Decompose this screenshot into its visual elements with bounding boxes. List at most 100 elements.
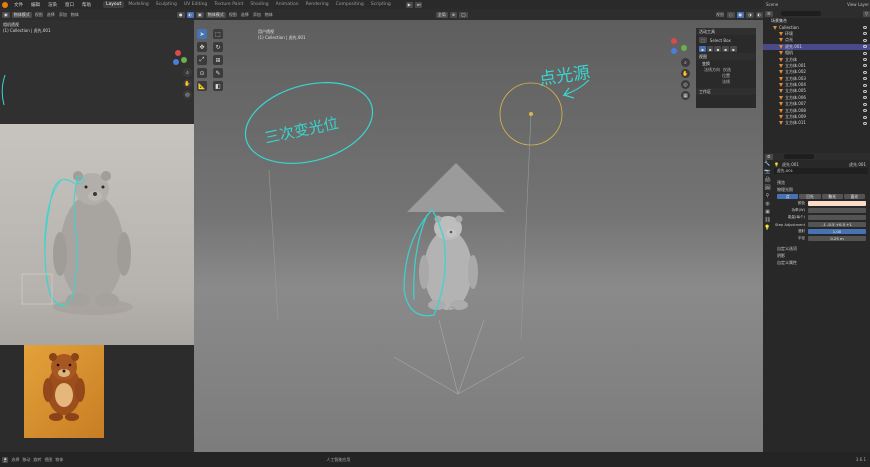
scale-tool-icon[interactable]: ⤢ xyxy=(197,55,207,65)
tab-uv-editing[interactable]: UV Editing xyxy=(181,1,210,8)
menu-render[interactable]: 渲染 xyxy=(46,2,59,8)
filter-icon[interactable]: ▽ xyxy=(862,10,870,17)
mode-dropdown[interactable]: 物体模式 xyxy=(11,11,32,18)
mode-extend-icon[interactable]: ▪ xyxy=(706,46,714,52)
tab-scripting[interactable]: Scripting xyxy=(368,1,394,8)
data-tab-icon[interactable]: 💡 xyxy=(764,225,770,231)
view-layer-tab-icon[interactable]: 🖼 xyxy=(764,185,770,191)
visibility-eye-icon[interactable] xyxy=(863,115,867,119)
mode-subtract-icon[interactable]: ▪ xyxy=(714,46,722,52)
visibility-eye-icon[interactable] xyxy=(863,58,867,62)
scene-name[interactable]: Scene xyxy=(765,2,779,7)
left-camera-viewport[interactable]: 相机透视 (1) Collection | 虎先.001 ⌕ ✋ ◎ xyxy=(0,20,194,124)
pan-icon[interactable]: ✋ xyxy=(681,69,690,78)
menu-object[interactable]: 物体 xyxy=(264,12,274,18)
data-name[interactable]: 虎先.001 xyxy=(849,162,866,168)
left-top-gizmo[interactable] xyxy=(0,20,194,124)
rotate-tool-icon[interactable]: ↻ xyxy=(213,42,223,52)
main-3d-viewport[interactable]: 用户透视 (1) Collection | 虎先.001 三次变光位 点光源 ➤… xyxy=(194,20,763,452)
menu-window[interactable]: 窗口 xyxy=(63,2,76,8)
solid-shading-icon[interactable]: ● xyxy=(736,11,744,18)
reference-image[interactable] xyxy=(24,345,104,438)
property-field[interactable] xyxy=(808,208,866,213)
outliner-search-input[interactable] xyxy=(780,11,821,16)
zoom-icon[interactable]: ⌕ xyxy=(183,68,192,77)
menu-file[interactable]: 文件 xyxy=(12,2,25,8)
menu-select[interactable]: 选择 xyxy=(240,12,250,18)
mode-invert-icon[interactable]: ▪ xyxy=(722,46,729,52)
menu-add[interactable]: 添加 xyxy=(252,12,262,18)
select-tool-icon[interactable]: ➤ xyxy=(197,29,207,39)
menu-view[interactable]: 视图 xyxy=(34,12,44,18)
light-type-sun[interactable]: 日光 xyxy=(799,194,821,199)
constraints-tab-icon[interactable]: ⛓ xyxy=(764,217,770,223)
property-field[interactable]: -1 -0.5 +0.5 +1 xyxy=(808,222,866,227)
menu-object[interactable]: 物体 xyxy=(70,12,80,18)
wireframe-shading-icon[interactable]: ○ xyxy=(727,11,735,18)
visibility-eye-icon[interactable] xyxy=(863,51,867,55)
light-type-point[interactable]: 点 xyxy=(777,194,799,199)
render-preview-viewport[interactable] xyxy=(0,124,194,345)
section-shadow[interactable]: 阴影 xyxy=(774,252,868,259)
camera-view-icon[interactable]: ◎ xyxy=(681,80,690,89)
visibility-eye-icon[interactable] xyxy=(863,109,867,113)
tab-rendering[interactable]: Rendering xyxy=(303,1,332,8)
bear-model[interactable] xyxy=(419,215,478,311)
cursor-tool-icon[interactable]: ⊙ xyxy=(197,68,207,78)
snap-icon[interactable]: ⊕ xyxy=(449,11,458,18)
menu-help[interactable]: 帮助 xyxy=(80,2,93,8)
output-tab-icon[interactable]: 🖨 xyxy=(764,177,770,183)
shading-render-icon[interactable]: ◐ xyxy=(186,11,194,18)
property-field[interactable]: 1.00 xyxy=(808,229,866,234)
transform-orientation-dropdown[interactable]: 全局 xyxy=(435,11,448,18)
move-tool-icon[interactable]: ✥ xyxy=(197,42,207,52)
opt-normal[interactable]: 法线 xyxy=(704,79,756,85)
rendered-shading-icon[interactable]: ◐ xyxy=(755,11,763,18)
menu-add[interactable]: 添加 xyxy=(58,12,68,18)
transform-header[interactable]: 变换 xyxy=(696,60,756,67)
add-cube-icon[interactable]: ◧ xyxy=(213,81,223,91)
tab-shading[interactable]: Shading xyxy=(247,1,271,8)
workspace-header[interactable]: 工作区 xyxy=(696,88,756,95)
menu-view[interactable]: 视图 xyxy=(228,12,238,18)
select-box-icon[interactable]: ⬚ xyxy=(213,29,223,39)
world-tab-icon[interactable]: ◍ xyxy=(765,201,769,207)
tab-animation[interactable]: Animation xyxy=(273,1,302,8)
image-editor-area[interactable] xyxy=(0,345,194,452)
visibility-eye-icon[interactable] xyxy=(863,64,867,68)
visibility-eye-icon[interactable] xyxy=(863,38,867,42)
perspective-icon[interactable]: ▦ xyxy=(681,91,690,100)
view-header[interactable]: 视图 xyxy=(696,53,756,60)
zoom-icon[interactable]: ⌕ xyxy=(681,58,690,67)
mode-intersect-icon[interactable]: ▪ xyxy=(729,46,737,52)
proportional-edit-icon[interactable]: ◯ xyxy=(459,11,468,18)
annotate-tool-icon[interactable]: ✎ xyxy=(213,68,223,78)
visibility-eye-icon[interactable] xyxy=(863,70,867,74)
visibility-eye-icon[interactable] xyxy=(863,32,867,36)
tab-texture-paint[interactable]: Texture Paint xyxy=(211,1,246,8)
visibility-eye-icon[interactable] xyxy=(863,26,867,30)
measure-tool-icon[interactable]: 📐 xyxy=(197,81,207,91)
light-type-area[interactable]: 面光 xyxy=(843,194,865,199)
property-field[interactable] xyxy=(808,215,866,220)
outliner-item[interactable]: 立方体.011 xyxy=(763,120,870,126)
shading-solid-icon[interactable]: ● xyxy=(177,11,185,18)
tab-sculpting[interactable]: Sculpting xyxy=(153,1,180,8)
section-custom[interactable]: 自定义选项 xyxy=(774,245,868,252)
section-custom-props[interactable]: 自定义属性 xyxy=(774,259,868,266)
blender-logo-icon[interactable] xyxy=(2,1,8,8)
mode-dropdown[interactable]: 物体模式 xyxy=(205,11,226,18)
tab-layout[interactable]: Layout xyxy=(103,1,125,8)
section-preview[interactable]: 预览 xyxy=(774,179,868,186)
property-field[interactable]: 0.25 m xyxy=(808,236,866,241)
playback-controls[interactable]: ▶ ⏭ xyxy=(405,1,423,8)
select-box-tool-icon[interactable]: ⬚ xyxy=(699,37,707,43)
light-type-spot[interactable]: 聚光 xyxy=(821,194,843,199)
view-layer-name[interactable]: View Layer xyxy=(846,2,870,7)
visibility-eye-icon[interactable] xyxy=(863,96,867,100)
section-light[interactable]: 物理光照 xyxy=(774,186,868,193)
camera-icon[interactable]: ◎ xyxy=(183,90,192,99)
editor-type-icon[interactable]: ▣ xyxy=(196,11,204,18)
property-field[interactable] xyxy=(808,201,866,206)
properties-type-icon[interactable]: ⚙ xyxy=(765,153,773,160)
